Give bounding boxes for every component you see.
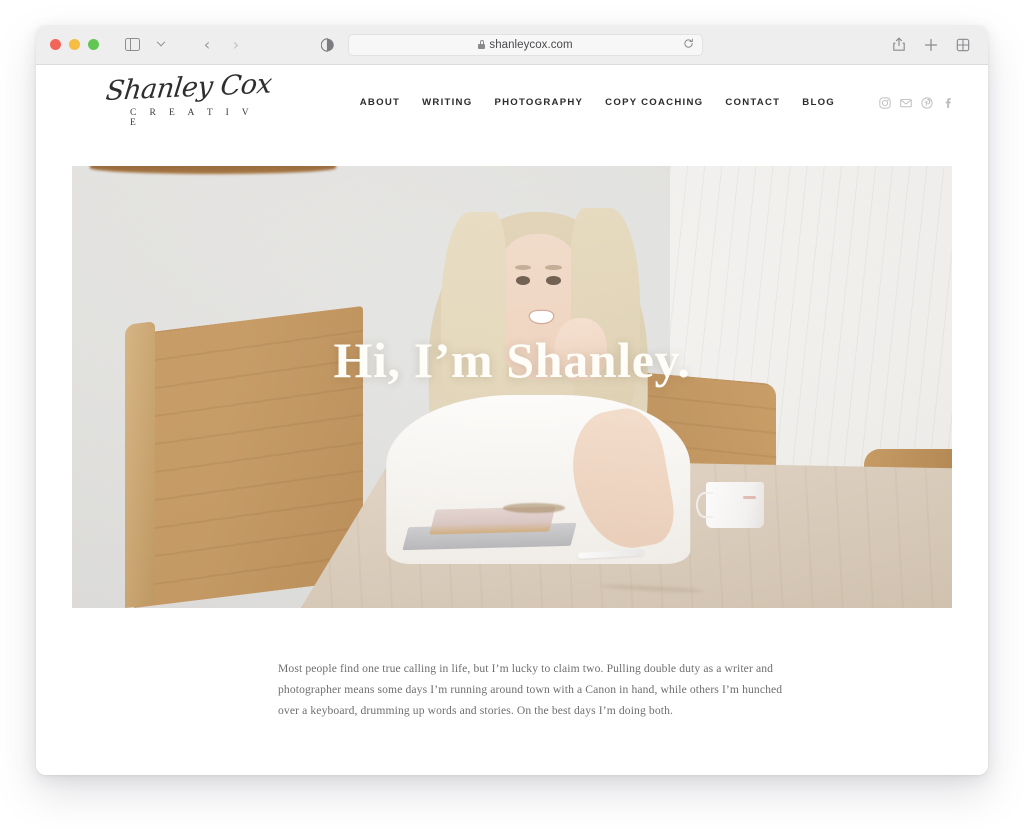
nav-item-about[interactable]: ABOUT [360, 97, 400, 108]
hero-table-grain [600, 583, 705, 595]
new-tab-button[interactable] [918, 33, 944, 57]
web-page-content: Shanley Cox C R E A T I V E ABOUT WRITIN… [36, 65, 988, 775]
facebook-icon[interactable] [942, 97, 954, 109]
hero-subject-brow-left [515, 264, 532, 270]
pinterest-icon[interactable] [921, 96, 933, 109]
browser-window: ‹ › shanleycox.com Shanley Cox C R E A T… [36, 25, 988, 775]
reader-view-icon[interactable] [320, 37, 334, 52]
browser-toolbar: ‹ › shanleycox.com [36, 25, 988, 65]
sidebar-controls [119, 33, 174, 57]
sidebar-dropdown-button[interactable] [148, 33, 174, 57]
history-controls: ‹ › [194, 33, 249, 57]
hero-image: Hi, I’m Shanley. [72, 166, 952, 608]
address-bar[interactable]: shanleycox.com [348, 33, 703, 56]
chevron-left-icon: ‹ [203, 34, 211, 54]
sidebar-toggle-button[interactable] [119, 33, 145, 57]
nav-item-copy-coaching[interactable]: COPY COACHING [605, 97, 703, 108]
grid-icon [956, 38, 970, 51]
minimize-window-button[interactable] [69, 39, 80, 50]
reload-button[interactable] [683, 36, 694, 54]
logo-wordmark: Shanley Cox [104, 68, 274, 107]
window-controls [50, 39, 99, 50]
nav-item-writing[interactable]: WRITING [422, 97, 472, 108]
social-links [879, 96, 954, 109]
hero-subject-eye-left [516, 275, 531, 285]
chevron-down-icon [156, 37, 166, 46]
site-header: Shanley Cox C R E A T I V E ABOUT WRITIN… [36, 65, 988, 140]
sidebar-icon [124, 37, 140, 52]
back-button[interactable]: ‹ [194, 33, 220, 57]
instagram-icon[interactable] [879, 96, 891, 109]
hero-subject-brow-right [545, 264, 562, 270]
tabs-overview-button[interactable] [950, 33, 976, 57]
hero-mug [696, 482, 764, 529]
intro-section: Most people find one true calling in lif… [36, 658, 988, 721]
hero-mug-marking [742, 495, 756, 500]
hero-necklace [503, 503, 565, 513]
toolbar-right-actions [886, 33, 976, 57]
nav-item-photography[interactable]: PHOTOGRAPHY [494, 97, 583, 108]
maximize-window-button[interactable] [88, 39, 99, 50]
main-navigation: ABOUT WRITING PHOTOGRAPHY COPY COACHING … [360, 96, 954, 109]
close-window-button[interactable] [50, 39, 61, 50]
site-logo[interactable]: Shanley Cox C R E A T I V E [104, 68, 273, 128]
chevron-right-icon: › [232, 34, 240, 54]
email-icon[interactable] [900, 97, 912, 109]
hero-subject-eye-right [546, 275, 561, 285]
hero-section: Hi, I’m Shanley. [36, 166, 988, 608]
url-text: shanleycox.com [489, 38, 573, 51]
plus-icon [924, 38, 938, 51]
nav-item-blog[interactable]: BLOG [802, 97, 835, 108]
logo-tagline: C R E A T I V E [130, 107, 254, 128]
forward-button[interactable]: › [223, 33, 249, 57]
address-bar-area: shanleycox.com [320, 33, 703, 56]
hero-subject-smile [530, 310, 553, 324]
hero-title: Hi, I’m Shanley. [333, 332, 691, 389]
share-icon [893, 37, 905, 51]
intro-paragraph: Most people find one true calling in lif… [278, 662, 783, 717]
lock-icon [478, 40, 486, 49]
nav-item-contact[interactable]: CONTACT [725, 97, 780, 108]
url-display: shanleycox.com [478, 38, 573, 51]
share-button[interactable] [886, 33, 912, 57]
